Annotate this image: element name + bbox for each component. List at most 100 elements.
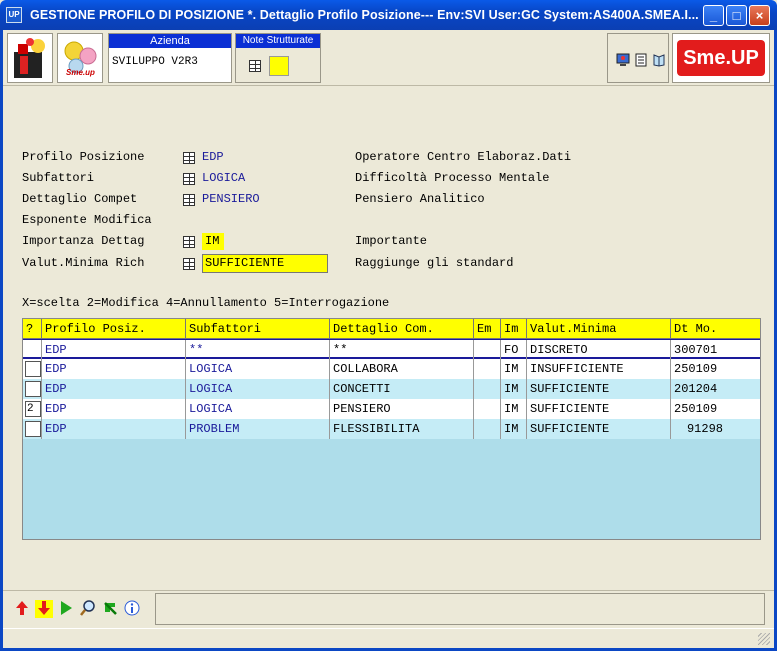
bottom-toolbar — [3, 590, 774, 626]
grid-icon[interactable] — [183, 236, 195, 248]
cell-valut: SUFFICIENTE — [527, 419, 671, 439]
grid-icon[interactable] — [183, 152, 195, 164]
close-button[interactable]: × — [749, 5, 770, 26]
zoom-icon[interactable] — [79, 600, 97, 618]
document-icon[interactable] — [634, 53, 648, 70]
cell-profilo: EDP — [42, 379, 186, 399]
col-header-dettaglio[interactable]: Dettaglio Com. — [330, 319, 474, 339]
table-row[interactable]: EDP ** ** FO DISCRETO 300701 — [23, 339, 760, 360]
grid-icon[interactable] — [249, 60, 261, 72]
table-row[interactable]: 2 EDP LOGICA PENSIERO IM SUFFICIENTE 250… — [23, 399, 760, 419]
cell-im: IM — [501, 359, 527, 379]
cell-sub: ** — [186, 340, 330, 360]
cell-valut: DISCRETO — [527, 340, 671, 360]
azienda-box: Azienda SVILUPPO V2R3 — [108, 33, 232, 83]
cell-dett: CONCETTI — [330, 379, 474, 399]
cell-im: IM — [501, 399, 527, 419]
table-row[interactable]: EDP PROBLEM FLESSIBILITA IM SUFFICIENTE … — [23, 419, 760, 439]
field-label: Profilo Posizione — [22, 150, 145, 164]
azienda-value: SVILUPPO V2R3 — [112, 56, 198, 68]
field-desc: Operatore Centro Elaboraz.Dati — [355, 150, 572, 164]
app-logo-2[interactable]: Sme.up — [57, 33, 103, 83]
cell-select[interactable] — [23, 359, 42, 379]
cell-dett: PENSIERO — [330, 399, 474, 419]
grid-icon[interactable] — [183, 194, 195, 206]
cell-sub: PROBLEM — [186, 419, 330, 439]
cell-em — [474, 340, 501, 360]
col-header-valut[interactable]: Valut.Minima — [527, 319, 671, 339]
cell-em — [474, 379, 501, 399]
message-panel — [155, 593, 765, 625]
col-header-im[interactable]: Im — [501, 319, 527, 339]
col-header-subfattori[interactable]: Subfattori — [186, 319, 330, 339]
cell-select[interactable] — [23, 340, 42, 360]
logo2-text: Sme.up — [66, 68, 95, 77]
cell-valut: INSUFFICIENTE — [527, 359, 671, 379]
data-table: ? Profilo Posiz. Subfattori Dettaglio Co… — [22, 318, 761, 540]
maximize-button[interactable]: □ — [726, 5, 747, 26]
field-desc: Raggiunge gli standard — [355, 256, 514, 270]
arrow-down-icon[interactable] — [35, 600, 53, 618]
cell-dt: 91298 — [686, 422, 723, 436]
app-icon: UP — [6, 7, 22, 23]
col-header-em[interactable]: Em — [474, 319, 501, 339]
grid-icon[interactable] — [183, 258, 195, 270]
cell-im: IM — [501, 419, 527, 439]
cell-em — [474, 419, 501, 439]
table-header: ? Profilo Posiz. Subfattori Dettaglio Co… — [23, 319, 760, 339]
window-title: GESTIONE PROFILO DI POSIZIONE *. Dettagl… — [30, 8, 699, 22]
field-desc: Pensiero Analitico — [355, 192, 485, 206]
app-logo-1[interactable] — [7, 33, 53, 83]
info-icon[interactable] — [123, 600, 141, 618]
col-header-dt[interactable]: Dt Mo. — [671, 319, 760, 339]
field-value[interactable]: EDP — [202, 150, 224, 164]
smeup-logo[interactable]: Sme.UP — [672, 33, 770, 83]
minimize-button[interactable]: _ — [703, 5, 724, 26]
book-icon[interactable] — [652, 53, 666, 70]
title-bar: UP GESTIONE PROFILO DI POSIZIONE *. Dett… — [0, 0, 777, 30]
cell-dt: 250109 — [674, 402, 718, 416]
field-value-input[interactable]: SUFFICIENTE — [202, 254, 328, 273]
azienda-label: Azienda — [109, 34, 231, 48]
row-select-input[interactable] — [25, 421, 41, 437]
refresh-icon[interactable] — [101, 600, 119, 618]
field-label: Dettaglio Compet — [22, 192, 138, 206]
table-row[interactable]: EDP LOGICA COLLABORA IM INSUFFICIENTE 25… — [23, 359, 760, 379]
monitor-icon[interactable] — [616, 53, 630, 70]
note-label: Note Strutturate — [236, 34, 320, 48]
cell-profilo: EDP — [42, 359, 186, 379]
field-value[interactable]: LOGICA — [202, 171, 245, 185]
table-row[interactable]: EDP LOGICA CONCETTI IM SUFFICIENTE 20120… — [23, 379, 760, 399]
smeup-logo-text: Sme.UP — [677, 40, 765, 76]
cell-valut: SUFFICIENTE — [527, 379, 671, 399]
cell-profilo: EDP — [42, 419, 186, 439]
note-strutturate-box: Note Strutturate — [235, 33, 321, 83]
legend-text: X=scelta 2=Modifica 4=Annullamento 5=Int… — [22, 296, 390, 310]
arrow-up-icon[interactable] — [13, 600, 31, 618]
field-label: Importanza Dettag — [22, 234, 145, 248]
field-label: Esponente Modifica — [22, 213, 152, 227]
cell-select[interactable] — [23, 419, 42, 439]
field-desc: Importante — [355, 234, 428, 248]
field-value-input[interactable]: IM — [202, 233, 224, 250]
col-header-profilo[interactable]: Profilo Posiz. — [42, 319, 186, 339]
status-bar — [3, 628, 774, 648]
field-desc: Difficoltà Processo Mentale — [355, 171, 550, 185]
cell-select[interactable]: 2 — [23, 399, 42, 419]
bottom-icons — [11, 598, 153, 622]
play-icon[interactable] — [57, 600, 75, 618]
cell-dt: 250109 — [674, 362, 718, 376]
cell-dett: COLLABORA — [330, 359, 474, 379]
field-label: Subfattori — [22, 171, 95, 185]
right-tools — [607, 33, 669, 83]
row-select-input[interactable] — [25, 361, 41, 377]
field-value[interactable]: PENSIERO — [202, 192, 260, 206]
row-select-input[interactable] — [25, 381, 41, 397]
row-select-input[interactable]: 2 — [25, 401, 41, 417]
grid-icon[interactable] — [183, 173, 195, 185]
col-header-select[interactable]: ? — [23, 319, 42, 339]
resize-grip[interactable] — [758, 633, 770, 645]
note-indicator[interactable] — [269, 56, 289, 76]
field-label: Valut.Minima Rich — [22, 256, 145, 270]
cell-select[interactable] — [23, 379, 42, 399]
